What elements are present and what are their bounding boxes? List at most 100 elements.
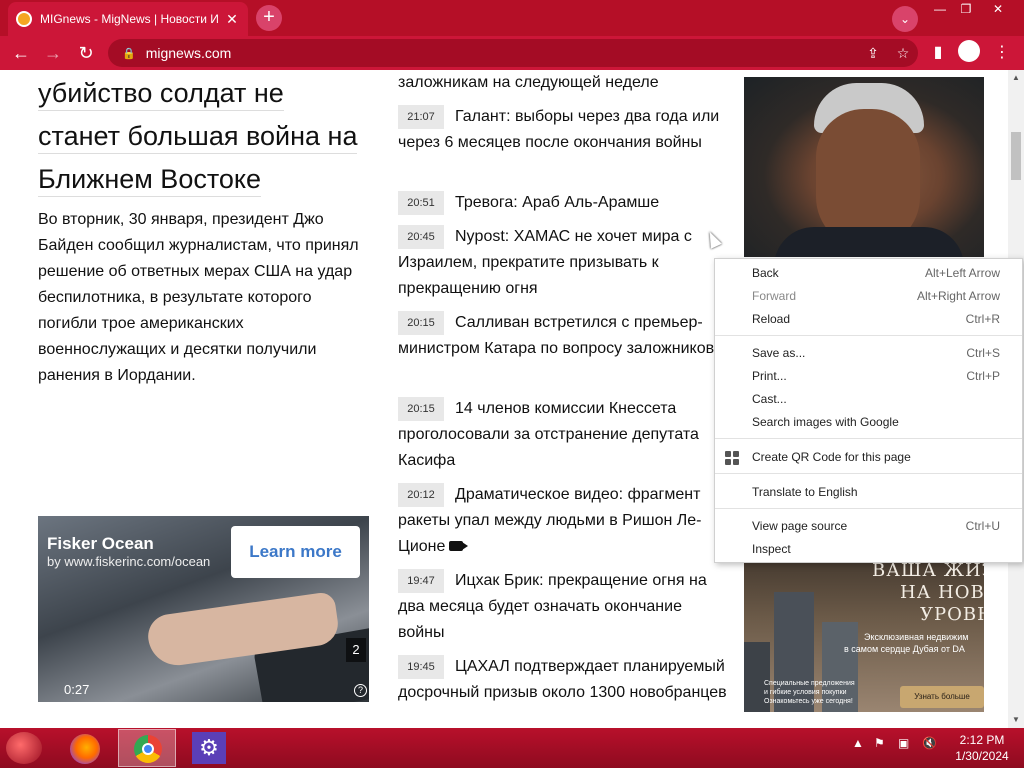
menu-item-reload[interactable]: Reload Ctrl+R (715, 308, 1022, 331)
menu-item-shortcut: Alt+Left Arrow (924, 266, 1000, 280)
bookmark-star-icon[interactable]: ☆ (888, 45, 918, 62)
tab-search-chevron-icon[interactable]: ⌄ (892, 6, 918, 32)
menu-item-forward[interactable]: Forward Alt+Right Arrow (715, 285, 1022, 308)
windows-taskbar: ⚙ ▲ ⚑ ▣ 🔇 2:12 PM 1/30/2024 (0, 728, 1024, 768)
tab-close-icon[interactable]: ✕ (224, 11, 240, 28)
news-text[interactable]: Тревога: Араб Аль-Арамше (455, 194, 659, 211)
menu-item-label: Create QR Code for this page (752, 450, 911, 464)
menu-item-search-images[interactable]: Search images with Google (715, 411, 1022, 434)
news-text[interactable]: ЦАХАЛ подтверждает планируемый досрочный… (398, 658, 727, 701)
share-icon[interactable]: ⇪ (858, 45, 888, 62)
firefox-icon (70, 734, 100, 764)
banner-learn-more-button[interactable]: Узнать больше (900, 686, 984, 708)
menu-item-cast[interactable]: Cast... (715, 388, 1022, 411)
news-item[interactable]: 19:47 Ицхак Брик: прекращение огня на два… (398, 568, 730, 646)
menu-item-label: Cast... (752, 392, 787, 406)
news-time: 20:12 (398, 483, 444, 507)
profile-avatar-icon[interactable] (958, 40, 980, 62)
ad-title: Fisker Ocean (47, 534, 154, 553)
menu-item-label: Inspect (752, 542, 791, 556)
address-bar[interactable]: 🔒 mignews.com ⇪ ☆ (108, 39, 918, 67)
headline-line[interactable]: Ближнем Востоке (38, 164, 262, 197)
ad-count-badge: 2 (346, 638, 366, 662)
news-item[interactable]: 21:07 Галант: выборы через два года или ч… (398, 104, 730, 156)
menu-item-shortcut: Alt+Right Arrow (916, 289, 1000, 303)
ad-help-icon[interactable]: ? (354, 684, 367, 697)
system-clock[interactable]: 2:12 PM 1/30/2024 (952, 732, 1012, 764)
menu-separator (715, 438, 1022, 439)
news-photo[interactable] (744, 77, 984, 257)
flag-icon[interactable]: ⚑ (874, 736, 885, 750)
menu-item-shortcut: Ctrl+S (966, 346, 1000, 360)
headline-line[interactable]: убийство солдат не (38, 78, 284, 111)
taskbar-chrome[interactable] (118, 729, 176, 767)
news-text[interactable]: Ицхак Брик: прекращение огня на два меся… (398, 572, 707, 641)
lock-icon[interactable]: 🔒 (122, 47, 136, 60)
gear-icon: ⚙ (192, 732, 226, 764)
real-estate-ad-banner[interactable]: ВАША ЖИЗН НА НОВ УРОВН Эксклюзивная недв… (744, 540, 984, 712)
news-time: 20:51 (398, 191, 444, 215)
banner-headline: ВАША ЖИЗН (872, 560, 984, 581)
news-time: 21:07 (398, 105, 444, 129)
article-headline[interactable]: убийство солдат не станет большая война … (38, 72, 378, 201)
scrollbar-thumb[interactable] (1011, 132, 1021, 180)
headline-line[interactable]: станет большая война на (38, 121, 358, 154)
menu-item-label: Print... (752, 369, 787, 383)
news-item[interactable]: 20:51 Тревога: Араб Аль-Арамше (398, 190, 730, 216)
scroll-down-arrow-icon[interactable]: ▼ (1008, 712, 1024, 728)
clock-date: 1/30/2024 (955, 749, 1009, 763)
video-camera-icon (449, 541, 469, 551)
menu-item-back[interactable]: Back Alt+Left Arrow (715, 262, 1022, 285)
news-time: 19:47 (398, 569, 444, 593)
menu-item-inspect[interactable]: Inspect (715, 538, 1022, 561)
article-lede: Во вторник, 30 января, президент Джо Бай… (38, 211, 359, 384)
network-icon[interactable]: ▣ (898, 736, 909, 750)
browser-toolbar: ← → ↻ 🔒 mignews.com ⇪ ☆ ▮ ⋮ (0, 36, 1024, 70)
news-time: 19:45 (398, 655, 444, 679)
news-time: 20:15 (398, 397, 444, 421)
menu-item-print[interactable]: Print... Ctrl+P (715, 365, 1022, 388)
learn-more-button[interactable]: Learn more (231, 526, 360, 578)
forward-arrow-icon[interactable]: → (41, 41, 65, 65)
menu-item-label: Reload (752, 312, 791, 326)
ad-subtitle[interactable]: by www.fiskerinc.com/ocean (47, 554, 210, 569)
show-hidden-icons-chevron-icon[interactable]: ▲ (852, 736, 864, 750)
banner-fineprint: Специальные предложения (764, 680, 855, 687)
news-item[interactable]: 20:45 Nypost: ХАМАС не хочет мира с Израи… (398, 224, 730, 302)
news-item[interactable]: 20:15 Салливан встретился с премьер-минис… (398, 310, 730, 362)
news-text[interactable]: заложникам на следующей неделе (398, 74, 659, 91)
reload-icon[interactable]: ↻ (74, 41, 98, 65)
news-item[interactable]: 20:12 Драматическое видео: фрагмент ракет… (398, 482, 730, 560)
minimize-button[interactable]: — (926, 0, 954, 18)
menu-separator (715, 335, 1022, 336)
menu-item-view-source[interactable]: View page source Ctrl+U (715, 515, 1022, 538)
news-item[interactable]: заложникам на следующей неделе (398, 70, 730, 96)
side-panel-icon[interactable]: ▮ (926, 41, 950, 65)
qr-code-icon (725, 451, 739, 465)
back-arrow-icon[interactable]: ← (9, 41, 33, 65)
taskbar-settings[interactable]: ⚙ (180, 729, 238, 767)
menu-item-label: Save as... (752, 346, 806, 360)
window-close-button[interactable]: ✕ (984, 0, 1012, 18)
menu-item-create-qr-code[interactable]: Create QR Code for this page (715, 446, 1022, 469)
news-text[interactable]: Галант: выборы через два года или через … (398, 108, 719, 151)
ad-time: 0:27 (64, 682, 90, 697)
start-button-icon[interactable] (6, 732, 42, 764)
speaker-muted-icon[interactable]: 🔇 (922, 736, 937, 750)
menu-item-save-as[interactable]: Save as... Ctrl+S (715, 342, 1022, 365)
browser-tab[interactable]: MIGnews - MigNews | Новости Израиля ✕ (8, 2, 248, 36)
restore-button[interactable]: ❐ (952, 0, 980, 18)
news-item[interactable]: 19:45 ЦАХАЛ подтверждает планируемый доср… (398, 654, 730, 706)
taskbar-firefox[interactable] (56, 729, 114, 767)
scroll-up-arrow-icon[interactable]: ▲ (1008, 70, 1024, 86)
news-time: 20:15 (398, 311, 444, 335)
menu-item-label: Translate to English (752, 485, 858, 499)
url-text: mignews.com (145, 45, 232, 61)
menu-kebab-icon[interactable]: ⋮ (990, 41, 1014, 65)
news-text[interactable]: Салливан встретился с премьер-министром … (398, 314, 714, 357)
menu-item-label: Forward (752, 289, 797, 303)
news-item[interactable]: 20:15 14 членов комиссии Кнессета проголо… (398, 396, 730, 474)
menu-item-translate[interactable]: Translate to English (715, 481, 1022, 504)
video-ad[interactable]: Fisker Ocean by www.fiskerinc.com/ocean … (38, 516, 369, 702)
new-tab-button[interactable]: + (256, 5, 282, 31)
